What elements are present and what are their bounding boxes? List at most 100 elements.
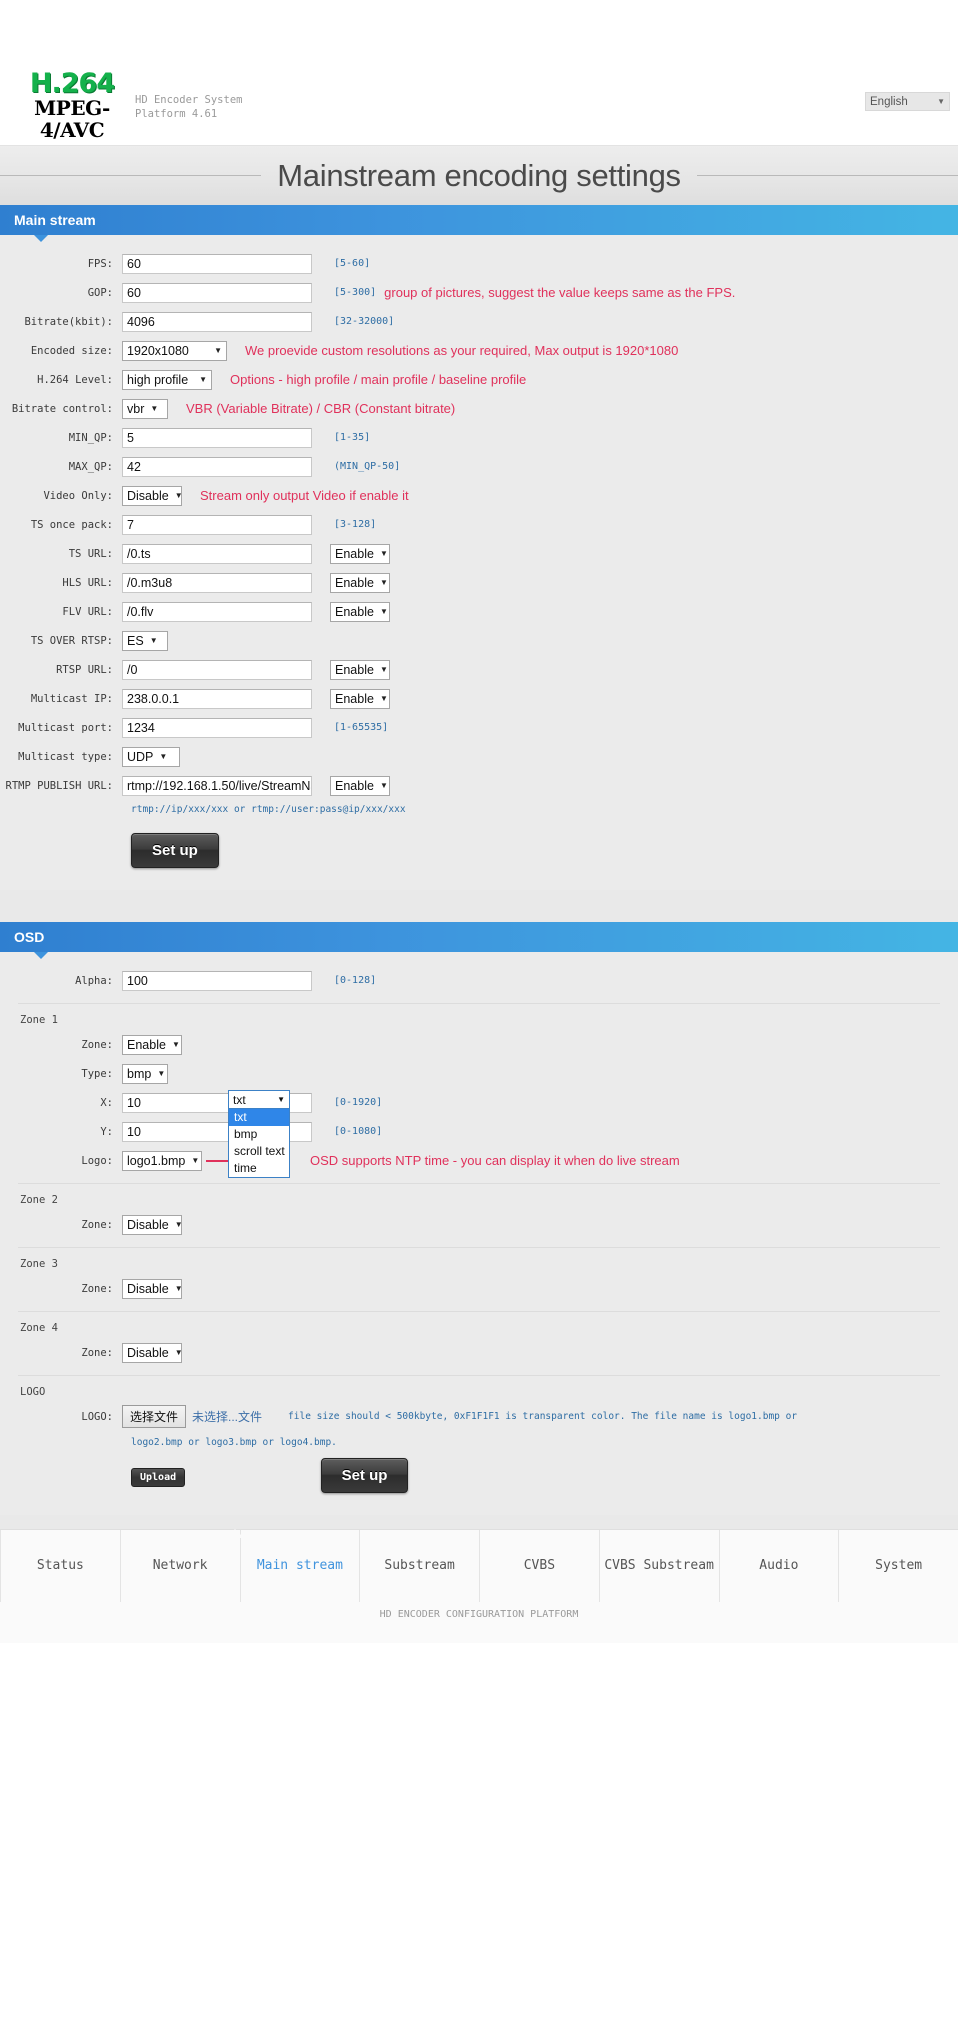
zone3-zone-select[interactable]: Disable ▼ (122, 1278, 183, 1299)
max-qp-input[interactable]: 42 (122, 456, 312, 477)
osd-setup-button[interactable]: Set up (320, 1458, 409, 1493)
min-qp-input[interactable]: 5 (122, 427, 312, 448)
osd-type-option-scroll-text[interactable]: scroll text (229, 1143, 289, 1160)
nav-item-main-stream[interactable]: Main stream (239, 1529, 360, 1602)
active-tab-notch-icon (226, 1529, 244, 1538)
rtmp-publish-url-label: RTMP PUBLISH URL: (5, 779, 113, 792)
zone3-zone-label: Zone: (81, 1282, 113, 1295)
encoded-size-value: 1920x1080 (127, 343, 189, 358)
zone4-zone-label: Zone: (81, 1346, 113, 1359)
row-zone1-y: Y: 10 [0-1080] (0, 1119, 958, 1144)
zone3-zone-value: Disable (127, 1281, 169, 1296)
multicast-ip-input[interactable]: 238.0.0.1 (122, 688, 312, 709)
bitrate-control-value: vbr (127, 401, 145, 416)
fps-input[interactable]: 60 (122, 253, 312, 274)
bitrate-input[interactable]: 4096 (122, 311, 312, 332)
rtmp-publish-url-input[interactable]: rtmp://192.168.1.50/live/StreamName (122, 775, 312, 796)
logo-upload-button[interactable]: Upload (131, 1468, 186, 1487)
title-rule-left (0, 175, 262, 176)
flv-url-input[interactable]: /0.flv (122, 601, 312, 622)
osd-type-option-bmp[interactable]: bmp (229, 1126, 289, 1143)
chevron-down-icon: ▼ (379, 606, 388, 616)
nav-item-substream[interactable]: Substream (359, 1529, 479, 1602)
zone1-fields: Zone: Enable ▼ Type: bmp ▼ X: 10 [0-1920… (0, 1032, 958, 1178)
osd-panel-label: OSD (14, 929, 45, 945)
h264-level-select[interactable]: high profile ▼ (122, 369, 212, 390)
osd-type-option-time[interactable]: time (229, 1160, 289, 1177)
alpha-label: Alpha: (75, 974, 113, 987)
h264-level-label: H.264 Level: (37, 373, 113, 386)
chevron-down-icon: ▼ (379, 693, 388, 703)
zone1-x-label: X: (100, 1096, 113, 1109)
rtmp-publish-enable-select[interactable]: Enable ▼ (330, 775, 390, 796)
video-only-select[interactable]: Disable ▼ (122, 485, 183, 506)
multicast-port-input[interactable]: 1234 (122, 717, 312, 738)
zone1-logo-select[interactable]: logo1.bmp ▼ (122, 1150, 202, 1171)
zone4-zone-select[interactable]: Disable ▼ (122, 1342, 183, 1363)
ts-once-pack-input[interactable]: 7 (122, 514, 312, 535)
nav-item-system[interactable]: System (838, 1529, 958, 1602)
nav-item-network[interactable]: Network (119, 1529, 240, 1602)
choose-file-button[interactable]: 选择文件 (122, 1405, 187, 1428)
logo-file-input[interactable]: 选择文件 未选择...文件 (122, 1405, 262, 1428)
ts-url-input[interactable]: /0.ts (122, 543, 312, 564)
fps-range-hint: [5-60] (334, 258, 371, 269)
row-encoded-size: Encoded size: 1920x1080 ▼ We proevide cu… (0, 338, 958, 363)
video-only-label: Video Only: (43, 489, 113, 502)
chevron-down-icon: ▼ (277, 1095, 285, 1104)
row-zone1-type: Type: bmp ▼ (0, 1061, 958, 1086)
multicast-type-select[interactable]: UDP ▼ (122, 746, 180, 767)
h264-level-annotation: Options - high profile / main profile / … (230, 372, 527, 387)
zone1-type-select[interactable]: bmp ▼ (122, 1063, 168, 1084)
row-zone1-logo: Logo: logo1.bmp ▼ OSD supports NTP time … (0, 1148, 958, 1173)
osd-type-dropdown-head[interactable]: txt ▼ (228, 1090, 290, 1109)
rtsp-url-input[interactable]: /0 (122, 659, 312, 680)
chevron-down-icon: ▼ (159, 751, 168, 761)
row-gop: GOP: 60 [5-300] group of pictures, sugge… (0, 280, 958, 305)
rtsp-url-enable-select[interactable]: Enable ▼ (330, 659, 390, 680)
osd-type-option-txt[interactable]: txt (229, 1109, 289, 1126)
zone2-zone-label: Zone: (81, 1218, 113, 1231)
zone1-zone-select[interactable]: Enable ▼ (122, 1034, 182, 1055)
panel-notch-icon (34, 235, 48, 242)
row-min-qp: MIN_QP: 5 [1-35] (0, 425, 958, 450)
ts-url-enable-select[interactable]: Enable ▼ (330, 543, 390, 564)
row-multicast-ip: Multicast IP: 238.0.0.1 Enable ▼ (0, 686, 958, 711)
multicast-port-range-hint: [1-65535] (334, 722, 389, 733)
encoded-size-select[interactable]: 1920x1080 ▼ (122, 340, 227, 361)
chevron-down-icon: ▼ (174, 1283, 183, 1293)
zone2-zone-select[interactable]: Disable ▼ (122, 1214, 183, 1235)
ts-over-rtsp-select[interactable]: ES ▼ (122, 630, 168, 651)
page-header: H.264 MPEG-4/AVC HD Encoder System Platf… (0, 0, 958, 145)
row-ts-url: TS URL: /0.ts Enable ▼ (0, 541, 958, 566)
bitrate-control-select[interactable]: vbr ▼ (122, 398, 168, 419)
chevron-down-icon: ▼ (214, 345, 222, 355)
gop-label: GOP: (87, 286, 113, 299)
chevron-down-icon: ▼ (149, 635, 158, 645)
nav-item-status[interactable]: Status (0, 1529, 120, 1602)
hls-url-enable-select[interactable]: Enable ▼ (330, 572, 390, 593)
multicast-ip-enable-select[interactable]: Enable ▼ (330, 688, 390, 709)
bottom-navigation: Status Network Main stream Substream CVB… (0, 1529, 958, 1602)
language-select[interactable]: English ▼ (865, 92, 950, 111)
divider (18, 1247, 940, 1248)
main-stream-panel: Main stream FPS: 60 [5-60] GOP: 60 [5-30… (0, 205, 958, 890)
alpha-input[interactable]: 100 (122, 970, 312, 991)
logo-section-title: LOGO (20, 1386, 46, 1398)
panel-spacer (0, 890, 958, 922)
flv-url-enable-select[interactable]: Enable ▼ (330, 601, 390, 622)
nav-item-audio[interactable]: Audio (718, 1529, 839, 1602)
hls-url-input[interactable]: /0.m3u8 (122, 572, 312, 593)
multicast-type-value: UDP (127, 749, 154, 764)
gop-input[interactable]: 60 (122, 282, 312, 303)
row-rtmp-publish-url: RTMP PUBLISH URL: rtmp://192.168.1.50/li… (0, 773, 958, 798)
main-stream-setup-button[interactable]: Set up (131, 833, 219, 868)
chevron-down-icon: ▼ (191, 1155, 200, 1165)
zone4-title: Zone 4 (20, 1322, 58, 1334)
osd-type-dropdown-open[interactable]: txt ▼ txt bmp scroll text time (228, 1090, 290, 1178)
nav-item-cvbs[interactable]: CVBS (479, 1529, 599, 1602)
multicast-port-label: Multicast port: (18, 721, 113, 734)
row-zone2-zone: Zone: Disable ▼ (0, 1212, 958, 1237)
nav-item-cvbs-substream[interactable]: CVBS Substream (598, 1529, 719, 1602)
row-zone3-zone: Zone: Disable ▼ (0, 1276, 958, 1301)
